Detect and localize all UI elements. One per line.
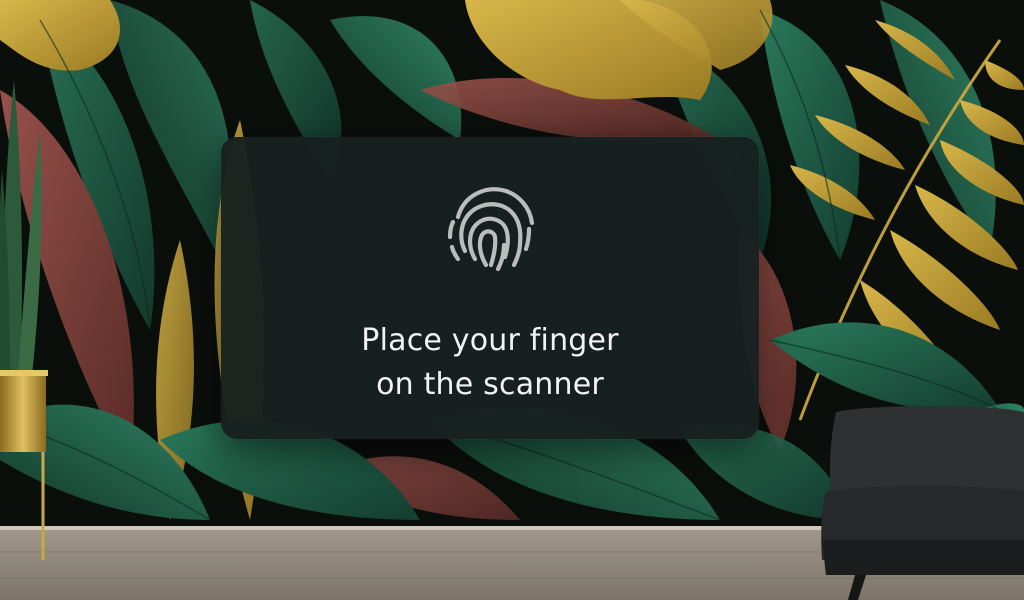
fingerprint-instruction: Place your finger on the scanner <box>361 323 619 402</box>
fingerprint-prompt-card: Place your finger on the scanner <box>221 137 759 439</box>
armchair <box>821 406 1024 600</box>
fingerprint-icon <box>434 173 546 285</box>
lock-screen: Place your finger on the scanner <box>0 0 1024 600</box>
